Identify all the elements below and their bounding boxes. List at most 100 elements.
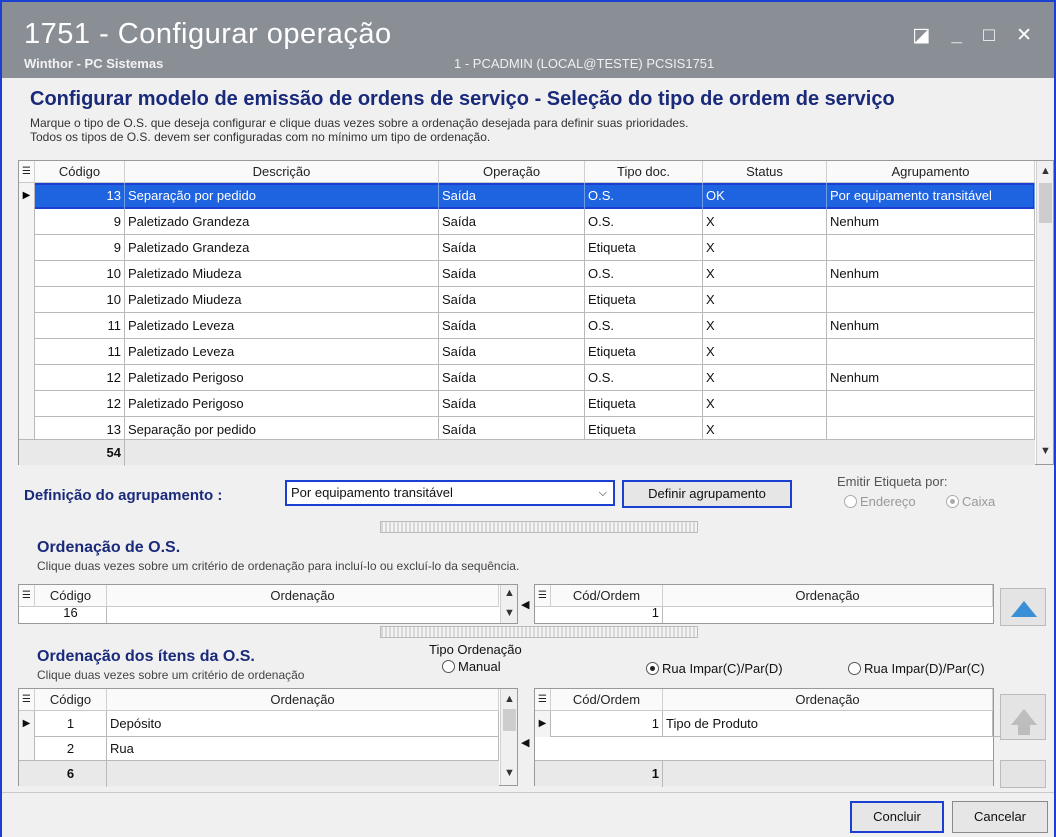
move-left-icon[interactable]: ◀ [521, 598, 529, 611]
scroll-down-icon[interactable]: ▼ [501, 607, 518, 619]
table-cell[interactable]: O.S. [585, 365, 703, 391]
radio-manual[interactable]: Manual [442, 659, 501, 674]
column-ordenacao[interactable]: Ordenação [107, 689, 499, 711]
column-descricao[interactable]: Descrição [125, 161, 439, 183]
row-pointer-icon[interactable]: ▶ [535, 711, 551, 737]
agrupamento-select[interactable]: Por equipamento transitável ⌵ [285, 480, 615, 506]
row-pointer-icon[interactable]: ▶ [19, 183, 35, 209]
table-row[interactable]: 12 Paletizado Perigoso Saída Etiqueta X [19, 391, 1035, 417]
scroll-up-icon[interactable]: ▲ [501, 587, 518, 599]
table-cell[interactable]: O.S. [585, 313, 703, 339]
table-cell[interactable]: Paletizado Miudeza [125, 261, 439, 287]
scroll-down-icon[interactable]: ▼ [501, 767, 518, 779]
chevron-down-icon[interactable]: ⌵ [599, 482, 607, 504]
table-cell[interactable]: Saída [439, 391, 585, 417]
table-cell[interactable]: Saída [439, 313, 585, 339]
table-cell[interactable]: Nenhum [827, 209, 1035, 235]
table-cell[interactable]: Saída [439, 339, 585, 365]
radio-rua-impar-d-circle[interactable] [848, 662, 861, 675]
table-cell[interactable] [827, 235, 1035, 261]
table-cell[interactable]: Paletizado Perigoso [125, 365, 439, 391]
row-indicator[interactable] [19, 365, 35, 391]
column-codigo[interactable]: Código [35, 585, 107, 607]
grid-scrollbar[interactable]: ▲ ▼ [1036, 161, 1053, 464]
radio-endereco[interactable]: Endereço [844, 494, 916, 509]
ordenacao-os-selected-grid[interactable]: ☰ Cód/Ordem Ordenação 1 [534, 584, 994, 624]
os-type-grid[interactable]: ☰ Código Descrição Operação Tipo doc. St… [18, 160, 1054, 466]
table-cell[interactable]: Paletizado Perigoso [125, 391, 439, 417]
table-cell[interactable]: O.S. [585, 183, 703, 209]
table-row[interactable]: 2 Rua [19, 736, 499, 762]
table-cell[interactable]: Etiqueta [585, 391, 703, 417]
table-row[interactable]: 11 Paletizado Leveza Saída O.S. X Nenhum [19, 313, 1035, 339]
table-cell[interactable]: Paletizado Grandeza [125, 235, 439, 261]
table-cell[interactable] [827, 339, 1035, 365]
column-cod-ordem[interactable]: Cód/Ordem [551, 585, 663, 607]
table-row[interactable]: 9 Paletizado Grandeza Saída O.S. X Nenhum [19, 209, 1035, 235]
row-indicator[interactable] [19, 209, 35, 235]
table-cell[interactable]: Etiqueta [585, 339, 703, 365]
table-cell[interactable]: Paletizado Miudeza [125, 287, 439, 313]
scrollbar-thumb[interactable] [1039, 183, 1052, 223]
table-cell[interactable]: 10 [35, 261, 125, 287]
table-cell[interactable]: Nenhum [827, 313, 1035, 339]
table-cell[interactable]: O.S. [585, 261, 703, 287]
table-cell[interactable]: X [703, 287, 827, 313]
column-tipo-doc[interactable]: Tipo doc. [585, 161, 703, 183]
table-cell[interactable]: Tipo de Produto [663, 711, 993, 737]
row-indicator[interactable] [19, 287, 35, 313]
table-row[interactable]: ▶ 1 Depósito [19, 711, 499, 737]
scrollbar-thumb[interactable] [503, 709, 516, 731]
grid-scrollbar[interactable]: ▲ ▼ [500, 689, 517, 785]
table-cell[interactable]: Etiqueta [585, 235, 703, 261]
table-cell[interactable]: X [703, 261, 827, 287]
table-cell[interactable]: Separação por pedido [125, 183, 439, 209]
grid-scrollbar[interactable]: ▲ ▼ [500, 585, 517, 623]
move-up-button[interactable] [1000, 694, 1046, 740]
table-cell[interactable]: Rua [107, 736, 499, 762]
column-agrupamento[interactable]: Agrupamento [827, 161, 1035, 183]
table-cell[interactable]: X [703, 365, 827, 391]
table-row[interactable]: 10 Paletizado Miudeza Saída Etiqueta X [19, 287, 1035, 313]
row-indicator[interactable] [19, 261, 35, 287]
table-cell[interactable]: 11 [35, 313, 125, 339]
table-cell[interactable]: Saída [439, 365, 585, 391]
table-cell[interactable]: Paletizado Leveza [125, 339, 439, 365]
table-cell[interactable]: X [703, 313, 827, 339]
table-cell[interactable]: 9 [35, 235, 125, 261]
table-cell[interactable]: Saída [439, 183, 585, 209]
table-cell[interactable]: X [703, 235, 827, 261]
radio-rua-impar-c[interactable]: Rua Impar(C)/Par(D) [646, 661, 783, 676]
row-indicator[interactable] [19, 235, 35, 261]
row-pointer-icon[interactable]: ▶ [19, 711, 35, 737]
column-cod-ordem[interactable]: Cód/Ordem [551, 689, 663, 711]
row-indicator[interactable] [19, 391, 35, 417]
table-cell[interactable]: 12 [35, 391, 125, 417]
radio-rua-impar-c-circle[interactable] [646, 662, 659, 675]
title-bar[interactable]: 1751 - Configurar operação Winthor - PC … [2, 2, 1054, 78]
ordenacao-os-available-grid[interactable]: ☰ Código Ordenação 16 ▲ ▼ [18, 584, 518, 624]
table-cell[interactable]: 10 [35, 287, 125, 313]
column-codigo[interactable]: Código [35, 689, 107, 711]
splitter-handle[interactable] [380, 626, 698, 638]
scroll-down-icon[interactable]: ▼ [1037, 445, 1054, 457]
partial-row-code[interactable]: 16 [35, 607, 107, 623]
table-cell[interactable]: Por equipamento transitável [827, 183, 1035, 209]
table-row[interactable]: 10 Paletizado Miudeza Saída O.S. X Nenhum [19, 261, 1035, 287]
radio-caixa-circle[interactable] [946, 495, 959, 508]
window-controls[interactable]: ◪ _ □ ✕ [912, 24, 1040, 47]
splitter-handle[interactable] [380, 521, 698, 533]
table-row[interactable]: 11 Paletizado Leveza Saída Etiqueta X [19, 339, 1035, 365]
column-ordenacao[interactable]: Ordenação [663, 689, 993, 711]
table-cell[interactable]: X [703, 339, 827, 365]
table-cell[interactable]: 11 [35, 339, 125, 365]
table-cell[interactable]: Saída [439, 235, 585, 261]
row-indicator[interactable] [19, 313, 35, 339]
radio-endereco-circle[interactable] [844, 495, 857, 508]
table-cell[interactable]: OK [703, 183, 827, 209]
column-ordenacao[interactable]: Ordenação [663, 585, 993, 607]
column-ordenacao[interactable]: Ordenação [107, 585, 499, 607]
table-row[interactable]: 12 Paletizado Perigoso Saída O.S. X Nenhum [19, 365, 1035, 391]
ordenacao-itens-selected-grid[interactable]: ☰ Cód/Ordem Ordenação ▶ 1 Tipo de Produto … [534, 688, 1015, 787]
column-status[interactable]: Status [703, 161, 827, 183]
